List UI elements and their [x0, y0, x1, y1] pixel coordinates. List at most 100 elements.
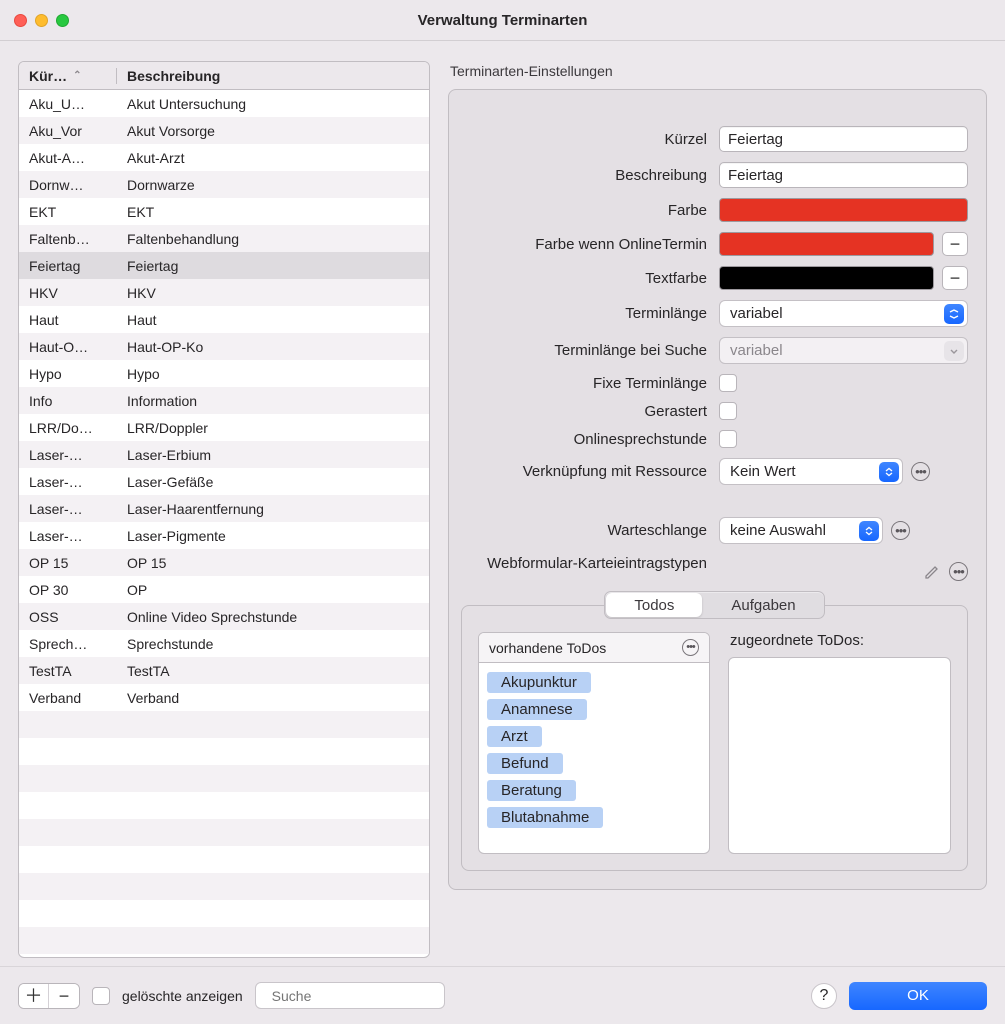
table-row[interactable]: HKVHKV: [19, 279, 429, 306]
ok-button[interactable]: OK: [849, 982, 987, 1010]
table-row[interactable]: Aku_U…Akut Untersuchung: [19, 90, 429, 117]
table-row[interactable]: Sprech…Sprechstunde: [19, 630, 429, 657]
table-row[interactable]: VerbandVerband: [19, 684, 429, 711]
table-row-empty: [19, 792, 429, 819]
cell-kuerzel: Hypo: [19, 366, 117, 382]
input-beschreibung[interactable]: [719, 162, 968, 188]
tab-aufgaben[interactable]: Aufgaben: [703, 592, 823, 618]
cell-kuerzel: Haut-O…: [19, 339, 117, 355]
label-terminlaenge-suche: Terminlänge bei Suche: [461, 342, 707, 359]
checkbox-gerastert[interactable]: [719, 402, 737, 420]
table-row-empty: [19, 738, 429, 765]
todo-tag[interactable]: Befund: [487, 753, 563, 774]
edit-icon[interactable]: [923, 563, 941, 581]
titlebar: Verwaltung Terminarten: [0, 0, 1005, 40]
todo-tag[interactable]: Beratung: [487, 780, 576, 801]
col-kuerzel[interactable]: Kür… ⌃: [19, 68, 117, 84]
clear-textfarbe-button[interactable]: −: [942, 266, 968, 290]
label-warteschlange: Warteschlange: [461, 522, 707, 539]
select-terminlaenge-suche: variabel: [719, 337, 968, 364]
sort-asc-icon: ⌃: [73, 70, 81, 81]
search-field[interactable]: [255, 982, 445, 1009]
todo-tag[interactable]: Anamnese: [487, 699, 587, 720]
tabs: Todos Aufgaben: [604, 591, 824, 619]
assigned-todos-list[interactable]: [728, 657, 951, 854]
table-row[interactable]: Laser-…Laser-Gefäße: [19, 468, 429, 495]
table-row[interactable]: Laser-…Laser-Erbium: [19, 441, 429, 468]
todo-tag[interactable]: Blutabnahme: [487, 807, 603, 828]
label-onlinesprechstunde: Onlinesprechstunde: [461, 431, 707, 448]
cell-kuerzel: Faltenb…: [19, 231, 117, 247]
table-row[interactable]: Akut-A…Akut-Arzt: [19, 144, 429, 171]
cell-beschreibung: Dornwarze: [117, 177, 429, 193]
checkbox-onlinesprechstunde[interactable]: [719, 430, 737, 448]
table-row[interactable]: OP 30OP: [19, 576, 429, 603]
checkbox-fixe-terminlaenge[interactable]: [719, 374, 737, 392]
tab-todos[interactable]: Todos: [606, 593, 702, 617]
table-row[interactable]: Aku_VorAkut Vorsorge: [19, 117, 429, 144]
table-row[interactable]: Dornw…Dornwarze: [19, 171, 429, 198]
help-button[interactable]: ?: [811, 983, 837, 1009]
swatch-farbe[interactable]: [719, 198, 968, 222]
input-kuerzel[interactable]: [719, 126, 968, 152]
table-row[interactable]: TestTATestTA: [19, 657, 429, 684]
table-row-empty: [19, 846, 429, 873]
table-header: Kür… ⌃ Beschreibung: [19, 62, 429, 90]
clear-farbe-online-button[interactable]: −: [942, 232, 968, 256]
select-terminlaenge[interactable]: variabel: [719, 300, 968, 327]
available-todos-body[interactable]: Akupunktur Anamnese Arzt Befund Beratung Blut…: [479, 663, 709, 853]
chevron-down-icon: [944, 304, 964, 324]
cell-kuerzel: Laser-…: [19, 474, 117, 490]
table-row[interactable]: LRR/Do…LRR/Doppler: [19, 414, 429, 441]
label-farbe: Farbe: [461, 202, 707, 219]
settings-panel: Kürzel Beschreibung Farbe Farbe wenn Onl…: [448, 89, 987, 890]
webformular-more-button[interactable]: •••: [949, 562, 968, 581]
cell-kuerzel: Aku_U…: [19, 96, 117, 112]
table-row[interactable]: Haut-O…Haut-OP-Ko: [19, 333, 429, 360]
cell-beschreibung: Laser-Pigmente: [117, 528, 429, 544]
cell-beschreibung: Akut Vorsorge: [117, 123, 429, 139]
table-row[interactable]: HautHaut: [19, 306, 429, 333]
swatch-textfarbe[interactable]: [719, 266, 934, 290]
cell-kuerzel: Haut: [19, 312, 117, 328]
cell-kuerzel: EKT: [19, 204, 117, 220]
tab-panel-todos: vorhandene ToDos ••• AkupunkturAnamneseA…: [461, 605, 968, 871]
select-warteschlange[interactable]: keine Auswahl: [719, 517, 883, 544]
cell-beschreibung: Akut-Arzt: [117, 150, 429, 166]
table-row[interactable]: EKTEKT: [19, 198, 429, 225]
table-row[interactable]: Faltenb…Faltenbehandlung: [19, 225, 429, 252]
todo-tag[interactable]: Arzt: [487, 726, 542, 747]
cell-beschreibung: Hypo: [117, 366, 429, 382]
ressource-more-button[interactable]: •••: [911, 462, 930, 481]
warteschlange-more-button[interactable]: •••: [891, 521, 910, 540]
table-row[interactable]: InfoInformation: [19, 387, 429, 414]
swatch-farbe-online[interactable]: [719, 232, 934, 256]
cell-beschreibung: OP 15: [117, 555, 429, 571]
cell-kuerzel: OSS: [19, 609, 117, 625]
label-terminlaenge: Terminlänge: [461, 305, 707, 322]
select-warteschlange-value: keine Auswahl: [730, 522, 826, 539]
cell-beschreibung: Laser-Gefäße: [117, 474, 429, 490]
col-beschreibung[interactable]: Beschreibung: [117, 68, 429, 84]
checkbox-show-deleted[interactable]: [92, 987, 110, 1005]
select-ressource-value: Kein Wert: [730, 463, 796, 480]
table-row[interactable]: FeiertagFeiertag: [19, 252, 429, 279]
add-button[interactable]: ＋: [19, 984, 49, 1008]
table-row[interactable]: Laser-…Laser-Pigmente: [19, 522, 429, 549]
table-row[interactable]: OP 15OP 15: [19, 549, 429, 576]
search-input[interactable]: [270, 987, 455, 1005]
table-body[interactable]: Aku_U…Akut UntersuchungAku_VorAkut Vorso…: [19, 90, 429, 957]
table-row[interactable]: OSSOnline Video Sprechstunde: [19, 603, 429, 630]
cell-beschreibung: HKV: [117, 285, 429, 301]
cell-beschreibung: Online Video Sprechstunde: [117, 609, 429, 625]
table-row[interactable]: HypoHypo: [19, 360, 429, 387]
cell-beschreibung: LRR/Doppler: [117, 420, 429, 436]
col-kuerzel-label: Kür…: [29, 68, 67, 84]
remove-button[interactable]: −: [49, 984, 79, 1008]
select-ressource[interactable]: Kein Wert: [719, 458, 903, 485]
available-todos-more-button[interactable]: •••: [682, 639, 699, 656]
todo-tag[interactable]: Akupunktur: [487, 672, 591, 693]
cell-beschreibung: Feiertag: [117, 258, 429, 274]
table-row[interactable]: Laser-…Laser-Haarentfernung: [19, 495, 429, 522]
footer: ＋ − gelöschte anzeigen ? OK: [0, 966, 1005, 1024]
